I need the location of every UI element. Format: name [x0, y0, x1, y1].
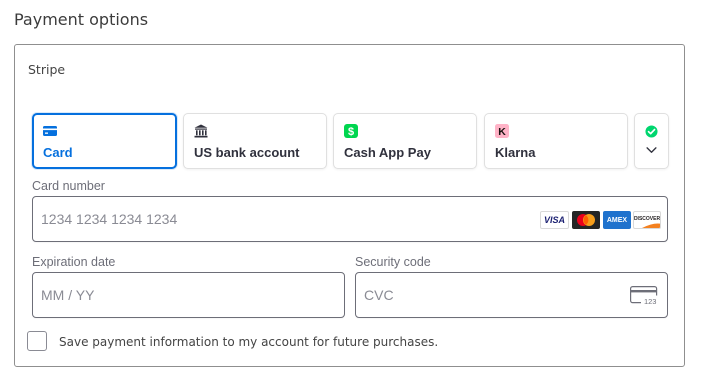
tab-card[interactable]: Card [32, 113, 177, 169]
cvc-card-icon: 123 [630, 286, 660, 306]
svg-text:$: $ [348, 126, 354, 138]
svg-text:123: 123 [644, 297, 657, 306]
card-number-field[interactable]: VISA AMEX DISCOVER [32, 196, 668, 242]
security-code-label: Security code [355, 255, 431, 269]
card-icon [43, 126, 57, 136]
bank-icon [194, 124, 208, 138]
tab-cash-app-pay-label: Cash App Pay [344, 145, 431, 160]
page-title: Payment options [14, 10, 149, 29]
expiration-date-field[interactable] [32, 272, 345, 318]
tab-card-label: Card [43, 145, 73, 160]
tab-cash-app-pay[interactable]: $ Cash App Pay [333, 113, 477, 169]
save-info-checkbox[interactable] [27, 331, 47, 351]
security-code-field[interactable]: 123 [355, 272, 668, 318]
klarna-icon: K [495, 124, 509, 138]
cash-app-icon: $ [344, 124, 358, 138]
card-number-label: Card number [32, 179, 105, 193]
tab-us-bank-account-label: US bank account [194, 145, 300, 160]
tab-us-bank-account[interactable]: US bank account [183, 113, 327, 169]
expiration-date-label: Expiration date [32, 255, 116, 269]
tab-klarna[interactable]: K Klarna [484, 113, 628, 169]
tab-klarna-label: Klarna [495, 145, 536, 160]
discover-icon: DISCOVER [633, 211, 661, 229]
chevron-down-icon [646, 147, 657, 153]
save-info-label: Save payment information to my account f… [59, 335, 439, 349]
visa-icon: VISA [540, 211, 569, 229]
panel-title: Stripe [28, 62, 66, 77]
security-code-input[interactable] [356, 273, 667, 317]
expiration-date-input[interactable] [33, 273, 344, 317]
svg-text:K: K [498, 126, 506, 138]
tab-more-methods[interactable] [634, 113, 669, 169]
amex-icon: AMEX [603, 211, 631, 229]
mastercard-icon [572, 211, 600, 229]
stripe-panel: Stripe Card US bank account $ Cash App P… [14, 44, 685, 367]
link-icon [645, 125, 658, 138]
